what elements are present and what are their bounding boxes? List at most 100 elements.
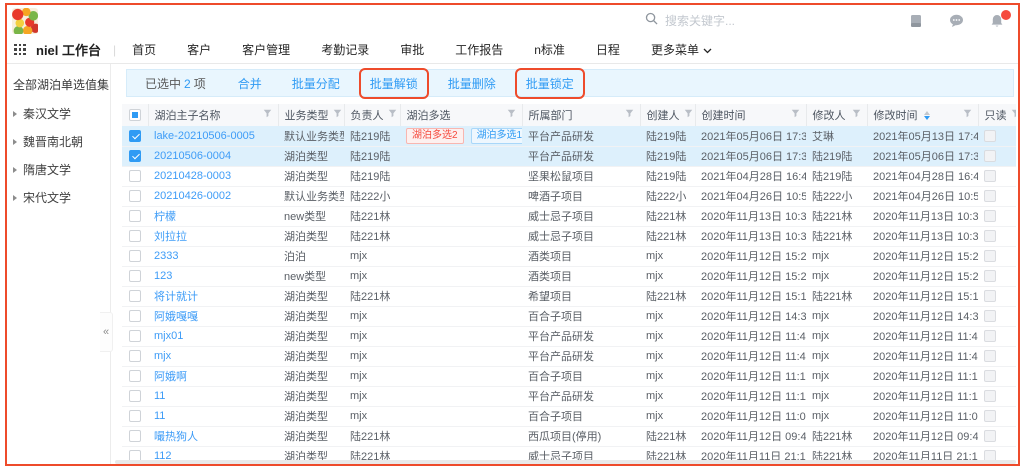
table-row[interactable]: 刘拉拉 湖泊类型 陆221林 威士忌子项目 陆221林 2020年11月13日 … xyxy=(122,226,1016,246)
column-header-readonly[interactable]: 只读 xyxy=(978,104,1016,126)
column-header-modifier[interactable]: 修改人 xyxy=(806,104,867,126)
toolbar-action-button[interactable]: 批量锁定 xyxy=(526,75,574,92)
row-checkbox[interactable] xyxy=(129,430,141,442)
readonly-checkbox[interactable] xyxy=(984,210,996,222)
toolbar-action-button[interactable]: 批量分配 xyxy=(292,75,340,92)
lake-name-link[interactable]: 2333 xyxy=(148,246,278,266)
message-icon[interactable] xyxy=(949,14,964,28)
lake-name-link[interactable]: 刘拉拉 xyxy=(148,226,278,246)
table-row[interactable]: 123 new类型 mjx 酒类项目 mjx 2020年11月12日 15:25… xyxy=(122,266,1016,286)
column-header-modified[interactable]: 修改时间 xyxy=(867,104,978,126)
table-row[interactable]: 11 湖泊类型 mjx 平台产品研发 mjx 2020年11月12日 11:11… xyxy=(122,386,1016,406)
table-row[interactable]: 11 湖泊类型 mjx 百合子项目 mjx 2020年11月12日 11:04 … xyxy=(122,406,1016,426)
toolbar-action-button[interactable]: 批量删除 xyxy=(448,75,496,92)
sidebar-tree-item[interactable]: 隋唐文学 xyxy=(13,161,104,178)
readonly-checkbox[interactable] xyxy=(984,270,996,282)
filter-icon[interactable] xyxy=(852,109,861,121)
tree-expand-icon[interactable] xyxy=(13,111,17,117)
lake-name-link[interactable]: 11 xyxy=(148,406,278,426)
table-row[interactable]: 将计就计 湖泊类型 陆221林 希望项目 陆221林 2020年11月12日 1… xyxy=(122,286,1016,306)
filter-icon[interactable] xyxy=(625,109,634,121)
lake-name-link[interactable]: 嘬热狗人 xyxy=(148,426,278,446)
readonly-checkbox[interactable] xyxy=(984,310,996,322)
lake-name-link[interactable]: 11 xyxy=(148,386,278,406)
nav-item[interactable]: 客户 xyxy=(187,41,211,58)
toolbar-action-button[interactable]: 批量解锁 xyxy=(370,75,418,92)
bell-icon[interactable] xyxy=(990,14,1004,28)
filter-icon[interactable] xyxy=(791,109,800,121)
row-checkbox[interactable] xyxy=(129,130,141,142)
readonly-checkbox[interactable] xyxy=(984,190,996,202)
table-row[interactable]: lake-20210506-0005 默认业务类型 陆219陆 湖泊多选2湖泊多… xyxy=(122,126,1016,146)
lake-name-link[interactable]: 阿娥嘎嘎 xyxy=(148,306,278,326)
readonly-checkbox[interactable] xyxy=(984,370,996,382)
toolbar-action-button[interactable]: 合并 xyxy=(238,75,262,92)
filter-icon[interactable] xyxy=(388,109,397,121)
readonly-checkbox[interactable] xyxy=(984,390,996,402)
table-row[interactable]: 20210428-0003 湖泊类型 陆219陆 坚果松鼠项目 陆219陆 20… xyxy=(122,166,1016,186)
global-search[interactable] xyxy=(645,12,845,30)
nav-item[interactable]: 考勤记录 xyxy=(321,41,369,58)
lake-name-link[interactable]: mjx xyxy=(148,346,278,366)
sort-icon[interactable] xyxy=(924,111,930,120)
table-row[interactable]: mjx01 湖泊类型 mjx 平台产品研发 mjx 2020年11月12日 11… xyxy=(122,326,1016,346)
column-header-creator[interactable]: 创建人 xyxy=(640,104,695,126)
table-row[interactable]: 2333 泊泊 mjx 酒类项目 mjx 2020年11月12日 15:25 m… xyxy=(122,246,1016,266)
column-header-dept[interactable]: 所属部门 xyxy=(522,104,640,126)
filter-icon[interactable] xyxy=(507,109,516,121)
nav-item[interactable]: 工作报告 xyxy=(455,41,503,58)
readonly-checkbox[interactable] xyxy=(984,410,996,422)
row-checkbox[interactable] xyxy=(129,190,141,202)
column-header-name[interactable]: 湖泊主子名称 xyxy=(148,104,278,126)
row-checkbox[interactable] xyxy=(129,270,141,282)
table-row[interactable]: 嘬热狗人 湖泊类型 陆221林 西瓜项目(停用) 陆221林 2020年11月1… xyxy=(122,426,1016,446)
readonly-checkbox[interactable] xyxy=(984,430,996,442)
row-checkbox[interactable] xyxy=(129,390,141,402)
tree-expand-icon[interactable] xyxy=(13,139,17,145)
column-header-multi[interactable]: 湖泊多选 xyxy=(400,104,522,126)
row-checkbox[interactable] xyxy=(129,370,141,382)
row-checkbox[interactable] xyxy=(129,150,141,162)
readonly-checkbox[interactable] xyxy=(984,330,996,342)
lake-name-link[interactable]: 20210506-0004 xyxy=(148,146,278,166)
table-row[interactable]: 阿娥啊 湖泊类型 mjx 百合子项目 mjx 2020年11月12日 11:16… xyxy=(122,366,1016,386)
table-row[interactable]: mjx 湖泊类型 mjx 平台产品研发 mjx 2020年11月12日 11:4… xyxy=(122,346,1016,366)
nav-item[interactable]: 日程 xyxy=(596,41,620,58)
sidebar-tree-item[interactable]: 宋代文学 xyxy=(13,189,104,206)
lake-name-link[interactable]: mjx01 xyxy=(148,326,278,346)
nav-item[interactable]: 审批 xyxy=(400,41,424,58)
filter-icon[interactable] xyxy=(333,109,342,121)
row-checkbox[interactable] xyxy=(129,230,141,242)
search-input[interactable] xyxy=(665,14,815,28)
readonly-checkbox[interactable] xyxy=(984,350,996,362)
column-header-owner[interactable]: 负责人 xyxy=(344,104,400,126)
row-checkbox[interactable] xyxy=(129,210,141,222)
tree-expand-icon[interactable] xyxy=(13,195,17,201)
row-checkbox[interactable] xyxy=(129,330,141,342)
row-checkbox[interactable] xyxy=(129,290,141,302)
filter-icon[interactable] xyxy=(684,109,693,121)
readonly-checkbox[interactable] xyxy=(984,170,996,182)
table-row[interactable]: 20210426-0002 默认业务类型 陆222小 啤酒子项目 陆222小 2… xyxy=(122,186,1016,206)
sidebar-tree-item[interactable]: 秦汉文学 xyxy=(13,105,104,122)
horizontal-scrollbar[interactable] xyxy=(115,460,1016,464)
table-row[interactable]: 柠檬 new类型 陆221林 威士忌子项目 陆221林 2020年11月13日 … xyxy=(122,206,1016,226)
nav-item[interactable]: n标准 xyxy=(534,41,565,58)
column-header-type[interactable]: 业务类型 xyxy=(278,104,344,126)
tree-expand-icon[interactable] xyxy=(13,167,17,173)
readonly-checkbox[interactable] xyxy=(984,290,996,302)
lake-name-link[interactable]: 20210428-0003 xyxy=(148,166,278,186)
filter-icon[interactable] xyxy=(963,109,972,121)
sidebar-tree-item[interactable]: 魏晋南北朝 xyxy=(13,133,104,150)
notebook-icon[interactable] xyxy=(909,14,923,28)
readonly-checkbox[interactable] xyxy=(984,130,996,142)
sidebar-collapse-button[interactable]: « xyxy=(100,312,113,352)
lake-name-link[interactable]: 123 xyxy=(148,266,278,286)
readonly-checkbox[interactable] xyxy=(984,230,996,242)
lake-name-link[interactable]: 将计就计 xyxy=(148,286,278,306)
row-checkbox[interactable] xyxy=(129,250,141,262)
filter-icon[interactable] xyxy=(1011,109,1017,121)
readonly-checkbox[interactable] xyxy=(984,150,996,162)
lake-name-link[interactable]: 柠檬 xyxy=(148,206,278,226)
row-checkbox[interactable] xyxy=(129,410,141,422)
